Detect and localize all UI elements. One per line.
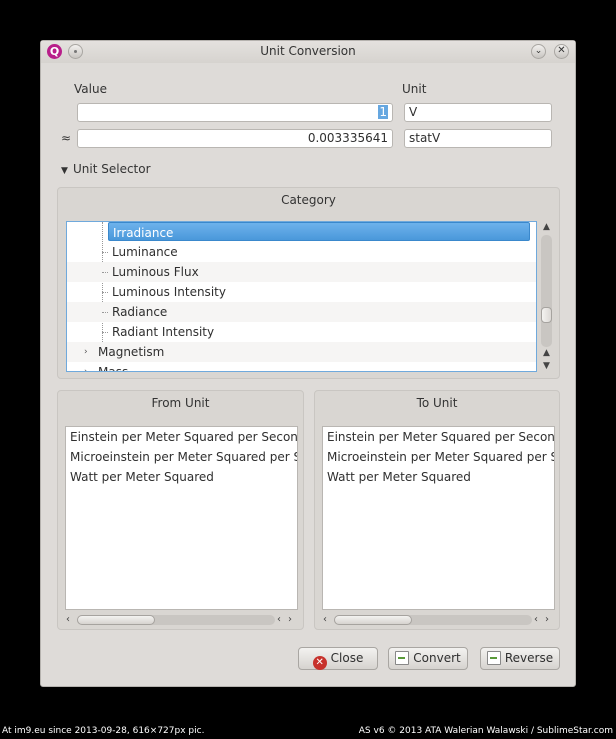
from-unit-item[interactable]: Einstein per Meter Squared per Second: [66, 427, 297, 447]
image-host-footer: At im9.eu since 2013-09-28, 616×727px pi…: [0, 726, 616, 739]
from-unit-title: From Unit: [151, 396, 210, 410]
tree-item-irradiance[interactable]: Irradiance: [67, 222, 536, 242]
close-button-label: Close: [330, 651, 364, 665]
to-unit-item[interactable]: Watt per Meter Squared: [323, 467, 554, 487]
footer-left-text: At im9.eu since 2013-09-28, 616×727px pi…: [2, 726, 205, 736]
from-unit-item[interactable]: Watt per Meter Squared: [66, 467, 297, 487]
unit-input[interactable]: V: [404, 103, 552, 122]
to-unit-item[interactable]: Microeinstein per Meter Squared per Seco…: [323, 447, 554, 467]
scroll-left-arrow-icon[interactable]: ‹: [323, 613, 327, 627]
scroll-left-arrow-icon[interactable]: ‹: [534, 613, 538, 627]
expand-arrow-icon[interactable]: ›: [84, 342, 88, 362]
chevron-down-icon: ▼: [61, 166, 68, 176]
scroll-right-arrow-icon[interactable]: ›: [545, 613, 549, 627]
scroll-track[interactable]: [77, 615, 275, 625]
footer-right-text: AS v6 © 2013 ATA Walerian Walawski / Sub…: [358, 726, 613, 736]
approx-symbol: ≈: [61, 131, 72, 145]
unit-conversion-window: Q Unit Conversion ⌄ ✕ Value Unit 1 V ≈ 0…: [40, 40, 576, 687]
tree-item-radiance[interactable]: Radiance: [67, 302, 536, 322]
value-label: Value: [74, 82, 107, 96]
tree-item-magnetism[interactable]: › Magnetism: [67, 342, 536, 362]
scroll-thumb[interactable]: [334, 615, 412, 625]
result-unit-field[interactable]: statV: [404, 129, 552, 148]
tree-item-radiant-intensity[interactable]: Radiant Intensity: [67, 322, 536, 342]
to-unit-title: To Unit: [416, 396, 458, 410]
value-input-text: 1: [378, 105, 388, 119]
scroll-thumb[interactable]: [541, 307, 552, 323]
to-unit-group: To Unit Einstein per Meter Squared per S…: [314, 390, 560, 630]
close-button[interactable]: ✕ Close: [298, 647, 378, 670]
tree-item-mass[interactable]: › Mass: [67, 362, 536, 371]
title-bar[interactable]: Q Unit Conversion ⌄ ✕: [41, 41, 575, 63]
expand-arrow-icon[interactable]: ›: [84, 362, 88, 371]
convert-button[interactable]: Convert: [388, 647, 468, 670]
scroll-right-arrow-icon[interactable]: ›: [288, 613, 292, 627]
to-unit-list[interactable]: Einstein per Meter Squared per Second Mi…: [322, 426, 555, 610]
result-value-field[interactable]: 0.003335641: [77, 129, 393, 148]
tree-item-luminous-intensity[interactable]: Luminous Intensity: [67, 282, 536, 302]
from-unit-list[interactable]: Einstein per Meter Squared per Second Mi…: [65, 426, 298, 610]
from-unit-item[interactable]: Microeinstein per Meter Squared per Seco…: [66, 447, 297, 467]
scroll-up-arrow-icon[interactable]: ▲: [539, 221, 554, 233]
category-tree[interactable]: Irradiance Luminance Luminous Flux Lumin…: [66, 221, 537, 372]
tree-item-luminous-flux[interactable]: Luminous Flux: [67, 262, 536, 282]
category-group: Category Irradiance Luminance Luminous F…: [57, 187, 560, 379]
scroll-down-arrow-icon[interactable]: ▼: [539, 360, 554, 372]
convert-button-label: Convert: [413, 651, 461, 665]
from-unit-group: From Unit Einstein per Meter Squared per…: [57, 390, 304, 630]
reverse-button-label: Reverse: [504, 651, 554, 665]
scroll-thumb[interactable]: [77, 615, 155, 625]
close-icon: ✕: [312, 656, 327, 670]
value-input[interactable]: 1: [77, 103, 393, 122]
category-title: Category: [281, 193, 336, 207]
scroll-left-arrow-icon[interactable]: ‹: [277, 613, 281, 627]
reverse-button[interactable]: Reverse: [480, 647, 560, 670]
tree-item-luminance[interactable]: Luminance: [67, 242, 536, 262]
convert-icon: [395, 651, 410, 665]
from-unit-horizontal-scrollbar[interactable]: ‹ ‹ ›: [65, 613, 298, 627]
window-close-button[interactable]: ✕: [554, 44, 569, 59]
minimize-button[interactable]: ⌄: [531, 44, 546, 59]
reverse-icon: [486, 651, 501, 665]
unit-selector-toggle[interactable]: ▼ Unit Selector: [61, 162, 151, 176]
unit-selector-label: Unit Selector: [73, 162, 151, 176]
scroll-track[interactable]: [541, 235, 552, 347]
unit-label: Unit: [402, 82, 427, 96]
window-title: Unit Conversion: [260, 44, 356, 58]
scroll-left-arrow-icon[interactable]: ‹: [66, 613, 70, 627]
scroll-track[interactable]: [334, 615, 532, 625]
scroll-up-arrow-icon[interactable]: ▲: [539, 347, 554, 359]
to-unit-horizontal-scrollbar[interactable]: ‹ ‹ ›: [322, 613, 555, 627]
to-unit-item[interactable]: Einstein per Meter Squared per Second: [323, 427, 554, 447]
category-vertical-scrollbar[interactable]: ▲ ▲ ▼: [539, 221, 554, 372]
